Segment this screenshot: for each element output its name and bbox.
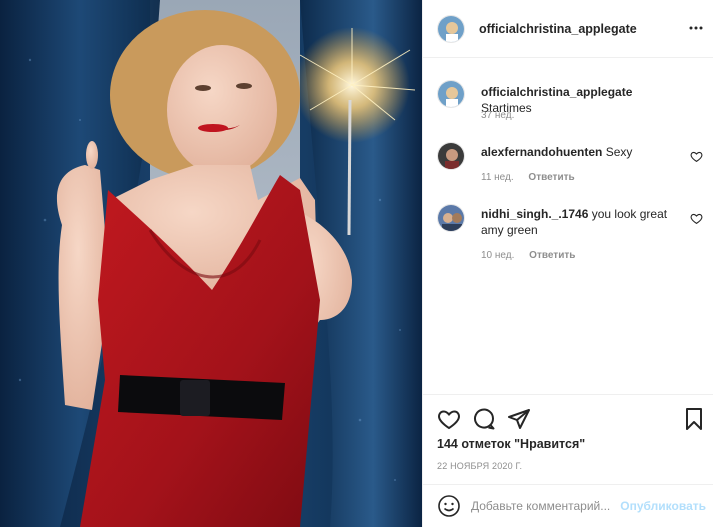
- bookmark-icon[interactable]: [682, 407, 706, 431]
- comment-input[interactable]: [471, 496, 621, 516]
- comments-list[interactable]: officialchristina_applegate Startimes 37…: [423, 58, 713, 394]
- share-icon[interactable]: [507, 407, 531, 431]
- comment-age[interactable]: 10 нед.: [481, 250, 514, 261]
- heart-icon[interactable]: [437, 407, 461, 431]
- comment-like-heart-icon[interactable]: [690, 212, 703, 225]
- caption-author-avatar[interactable]: [437, 80, 465, 108]
- publish-button[interactable]: Опубликовать: [620, 499, 706, 513]
- caption-author-username[interactable]: officialchristina_applegate: [481, 85, 632, 99]
- comment-meta: 10 нед. Ответить: [481, 250, 575, 261]
- commenter-avatar-image: [438, 205, 464, 231]
- commenter-username[interactable]: nidhi_singh._.1746: [481, 207, 588, 221]
- reply-button[interactable]: Ответить: [528, 172, 574, 183]
- likes-count[interactable]: 144 отметок "Нравится": [437, 437, 585, 451]
- post-actions: 144 отметок "Нравится" 22 НОЯБРЯ 2020 Г.: [423, 394, 713, 486]
- post-side-panel: officialchristina_applegate officialchri…: [422, 0, 713, 527]
- reply-button[interactable]: Ответить: [529, 250, 575, 261]
- caption-meta: 37 нед.: [481, 110, 514, 121]
- add-comment-bar: Опубликовать: [423, 484, 713, 527]
- author-avatar[interactable]: [437, 14, 465, 43]
- commenter-avatar-image: [438, 143, 464, 169]
- author-username[interactable]: officialchristina_applegate: [479, 22, 637, 36]
- more-horizontal-icon[interactable]: [688, 20, 704, 36]
- comment-item: alexfernandohuenten Sexy 11 нед. Ответит…: [437, 142, 707, 192]
- comment-meta: 11 нед. Ответить: [481, 172, 575, 183]
- post-photo[interactable]: [0, 0, 422, 527]
- comment-text: nidhi_singh._.1746 you look great amy gr…: [481, 206, 681, 238]
- caption-age[interactable]: 37 нед.: [481, 110, 514, 121]
- caption-item: officialchristina_applegate Startimes 37…: [437, 80, 707, 140]
- comment-like-heart-icon[interactable]: [690, 150, 703, 163]
- commenter-avatar[interactable]: [437, 204, 465, 232]
- comment-item: nidhi_singh._.1746 you look great amy gr…: [437, 204, 707, 274]
- commenter-username[interactable]: alexfernandohuenten: [481, 145, 602, 159]
- comment-message: Sexy: [605, 145, 633, 159]
- author-avatar-image: [438, 15, 464, 42]
- comment-icon[interactable]: [472, 407, 496, 431]
- caption-author-avatar-image: [438, 81, 464, 107]
- post-header: officialchristina_applegate: [423, 0, 713, 58]
- comment-age[interactable]: 11 нед.: [481, 172, 514, 183]
- emoji-icon[interactable]: [437, 494, 461, 518]
- commenter-avatar[interactable]: [437, 142, 465, 170]
- post-date[interactable]: 22 НОЯБРЯ 2020 Г.: [437, 461, 522, 471]
- comment-text: alexfernandohuenten Sexy: [481, 144, 681, 160]
- post-image: [0, 0, 422, 527]
